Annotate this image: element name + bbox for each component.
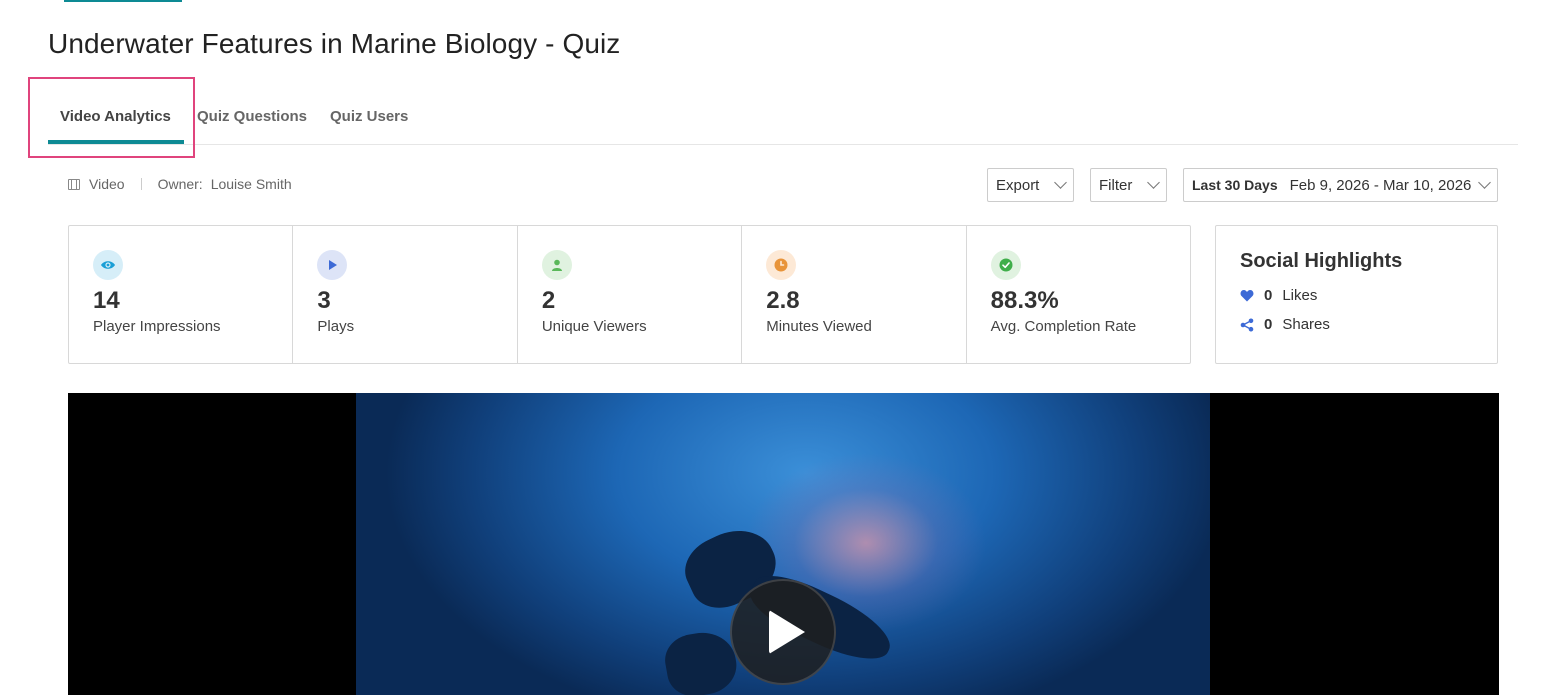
likes-row: 0 Likes xyxy=(1240,287,1497,304)
chevron-down-icon xyxy=(1478,176,1491,189)
eye-icon xyxy=(93,250,123,280)
play-icon xyxy=(769,610,805,654)
export-label: Export xyxy=(996,176,1040,194)
date-range-dropdown[interactable]: Last 30 Days Feb 9, 2026 - Mar 10, 2026 xyxy=(1183,168,1498,202)
film-icon xyxy=(68,178,80,190)
chevron-down-icon xyxy=(1147,176,1160,189)
likes-count: 0 xyxy=(1264,287,1273,304)
share-icon xyxy=(1240,318,1254,331)
video-player[interactable] xyxy=(68,393,1499,695)
heart-icon xyxy=(1240,290,1254,302)
user-icon xyxy=(541,250,572,280)
stat-label: Plays xyxy=(317,318,355,335)
stat-plays: 3 Plays xyxy=(293,226,518,363)
owner-name: Louise Smith xyxy=(210,176,292,192)
media-type-label: Video xyxy=(89,176,125,192)
top-link-underline xyxy=(64,0,182,2)
owner-label: Owner: xyxy=(157,176,203,192)
stat-label: Minutes Viewed xyxy=(766,318,872,335)
shares-label: Shares xyxy=(1282,316,1330,333)
stat-value: 2 xyxy=(541,287,556,314)
page-title: Underwater Features in Marine Biology - … xyxy=(48,28,621,59)
shares-row: 0 Shares xyxy=(1240,316,1497,333)
stat-minutes-viewed: 2.8 Minutes Viewed xyxy=(742,226,967,363)
stat-value: 88.3% xyxy=(990,287,1059,314)
date-preset-label: Last 30 Days xyxy=(1192,177,1278,193)
tab-bar: Video Analytics Quiz Questions Quiz User… xyxy=(48,96,1518,145)
social-title: Social Highlights xyxy=(1240,250,1403,272)
filter-label: Filter xyxy=(1099,176,1133,194)
stat-label: Unique Viewers xyxy=(541,318,647,335)
diver-silhouette xyxy=(661,627,741,695)
stat-label: Avg. Completion Rate xyxy=(990,318,1137,335)
social-highlights-card: Social Highlights 0 Likes 0 Shares xyxy=(1215,225,1498,364)
filter-dropdown[interactable]: Filter xyxy=(1090,168,1167,202)
meta-divider xyxy=(140,178,142,190)
likes-label: Likes xyxy=(1282,287,1318,304)
stat-value: 3 xyxy=(317,287,331,314)
stat-label: Player Impressions xyxy=(93,318,221,335)
stat-completion-rate: 88.3% Avg. Completion Rate xyxy=(967,226,1190,363)
media-meta: Video Owner: Louise Smith xyxy=(68,176,292,192)
shares-count: 0 xyxy=(1264,316,1273,333)
tab-highlight-annotation xyxy=(28,77,195,158)
stat-value: 14 xyxy=(93,287,120,314)
play-icon xyxy=(317,250,348,280)
stats-panel: 14 Player Impressions 3 Plays 2 Unique V… xyxy=(68,225,1191,364)
check-icon xyxy=(990,250,1021,280)
export-dropdown[interactable]: Export xyxy=(987,168,1074,202)
date-range-label: Feb 9, 2026 - Mar 10, 2026 xyxy=(1289,176,1472,194)
stat-unique-viewers: 2 Unique Viewers xyxy=(518,226,743,363)
play-button[interactable] xyxy=(730,579,836,685)
stat-player-impressions: 14 Player Impressions xyxy=(69,226,294,363)
chevron-down-icon xyxy=(1054,176,1067,189)
tab-quiz-questions[interactable]: Quiz Questions xyxy=(197,108,307,125)
clock-icon xyxy=(766,250,797,280)
stat-value: 2.8 xyxy=(766,287,800,314)
tab-quiz-users[interactable]: Quiz Users xyxy=(330,108,408,125)
